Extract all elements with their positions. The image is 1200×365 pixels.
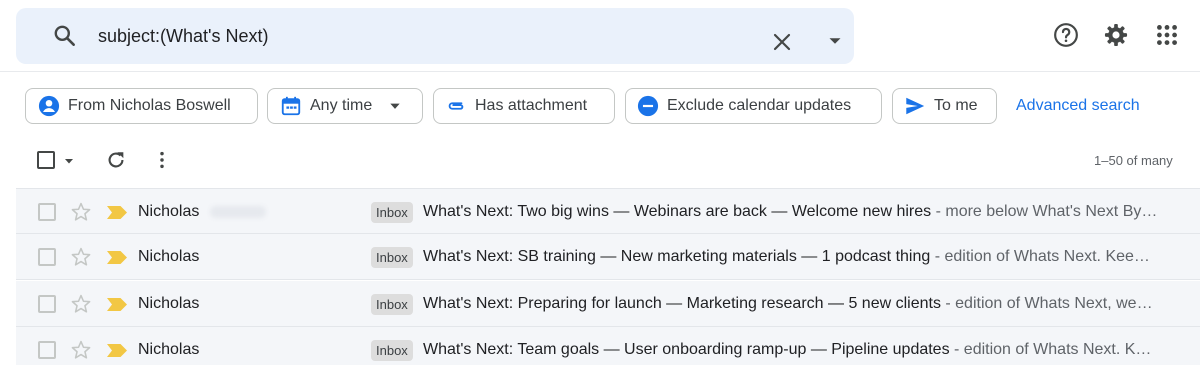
send-icon xyxy=(906,97,925,115)
email-row[interactable]: Nicholas Inbox What's Next: Preparing for … xyxy=(16,281,1200,327)
email-subject: What's Next: Team goals — User onboardin… xyxy=(423,341,950,358)
email-snippet: - more below What's Next By… xyxy=(931,203,1158,220)
email-subject-line: What's Next: Two big wins — Webinars are… xyxy=(423,202,1185,222)
select-options-chevron-icon[interactable] xyxy=(63,155,75,167)
sender-name: Nicholas xyxy=(138,203,200,220)
inbox-label[interactable]: Inbox xyxy=(371,294,413,315)
help-icon[interactable] xyxy=(1053,22,1079,48)
advanced-search-link[interactable]: Advanced search xyxy=(1016,96,1140,116)
redacted-sender-surname xyxy=(210,206,266,218)
chip-label: Exclude calendar updates xyxy=(667,97,852,114)
minus-circle-icon xyxy=(637,95,659,117)
email-subject: What's Next: SB training — New marketing… xyxy=(423,248,931,265)
calendar-icon xyxy=(281,96,301,116)
search-icon[interactable] xyxy=(52,23,78,49)
chip-label: From Nicholas Boswell xyxy=(68,97,231,114)
email-row[interactable]: Nicholas Inbox What's Next: Team goals — U… xyxy=(16,327,1200,365)
chip-label: Any time xyxy=(310,97,373,114)
row-checkbox[interactable] xyxy=(38,341,56,359)
apps-grid-icon[interactable] xyxy=(1154,22,1180,48)
email-subject: What's Next: Preparing for launch — Mark… xyxy=(423,295,941,312)
refresh-icon[interactable] xyxy=(105,149,127,171)
person-icon xyxy=(38,95,60,117)
important-marker-icon[interactable] xyxy=(107,206,127,219)
search-input[interactable]: subject:(What's Next) xyxy=(98,24,268,48)
star-icon[interactable] xyxy=(70,293,92,315)
email-subject-line: What's Next: SB training — New marketing… xyxy=(423,247,1185,267)
chevron-down-icon xyxy=(390,103,400,109)
email-subject: What's Next: Two big wins — Webinars are… xyxy=(423,203,932,220)
select-all-checkbox[interactable] xyxy=(37,151,55,169)
search-bar[interactable]: subject:(What's Next) xyxy=(16,8,854,64)
email-snippet: - edition of Whats Next. K… xyxy=(949,341,1152,358)
chip-label: Has attachment xyxy=(475,97,588,114)
inbox-label[interactable]: Inbox xyxy=(371,247,413,268)
sender-name: Nicholas xyxy=(138,295,200,312)
row-checkbox[interactable] xyxy=(38,203,56,221)
attachment-icon xyxy=(448,102,464,110)
email-subject-line: What's Next: Preparing for launch — Mark… xyxy=(423,294,1185,314)
sender-name: Nicholas xyxy=(138,248,200,265)
email-snippet: - edition of Whats Next. Kee… xyxy=(930,248,1150,265)
chip-exclude-calendar[interactable]: Exclude calendar updates xyxy=(625,88,882,124)
important-marker-icon[interactable] xyxy=(107,251,127,264)
email-snippet: - edition of Whats Next, we… xyxy=(940,295,1153,312)
row-checkbox[interactable] xyxy=(38,248,56,266)
row-checkbox[interactable] xyxy=(38,295,56,313)
email-row[interactable]: Nicholas Inbox What's Next: Two big wins —… xyxy=(16,188,1200,234)
star-icon[interactable] xyxy=(70,201,92,223)
star-icon[interactable] xyxy=(70,339,92,361)
sender-name: Nicholas xyxy=(138,341,200,358)
inbox-label[interactable]: Inbox xyxy=(371,340,413,361)
chip-from-sender[interactable]: From Nicholas Boswell xyxy=(25,88,258,124)
inbox-label[interactable]: Inbox xyxy=(371,202,413,223)
important-marker-icon[interactable] xyxy=(107,298,127,311)
pagination-label: 1–50 of many xyxy=(1094,153,1173,168)
chip-has-attachment[interactable]: Has attachment xyxy=(433,88,615,124)
more-options-icon[interactable] xyxy=(151,149,173,171)
star-icon[interactable] xyxy=(70,246,92,268)
email-row[interactable]: Nicholas Inbox What's Next: SB training — … xyxy=(16,234,1200,280)
header: subject:(What's Next) xyxy=(0,0,1200,72)
chip-label: To me xyxy=(934,97,978,114)
important-marker-icon[interactable] xyxy=(107,344,127,357)
settings-gear-icon[interactable] xyxy=(1103,22,1129,48)
search-options-icon[interactable] xyxy=(824,30,846,52)
chip-to-me[interactable]: To me xyxy=(892,88,997,124)
email-subject-line: What's Next: Team goals — User onboardin… xyxy=(423,340,1185,360)
clear-search-icon[interactable] xyxy=(770,30,794,54)
chip-any-time[interactable]: Any time xyxy=(267,88,423,124)
